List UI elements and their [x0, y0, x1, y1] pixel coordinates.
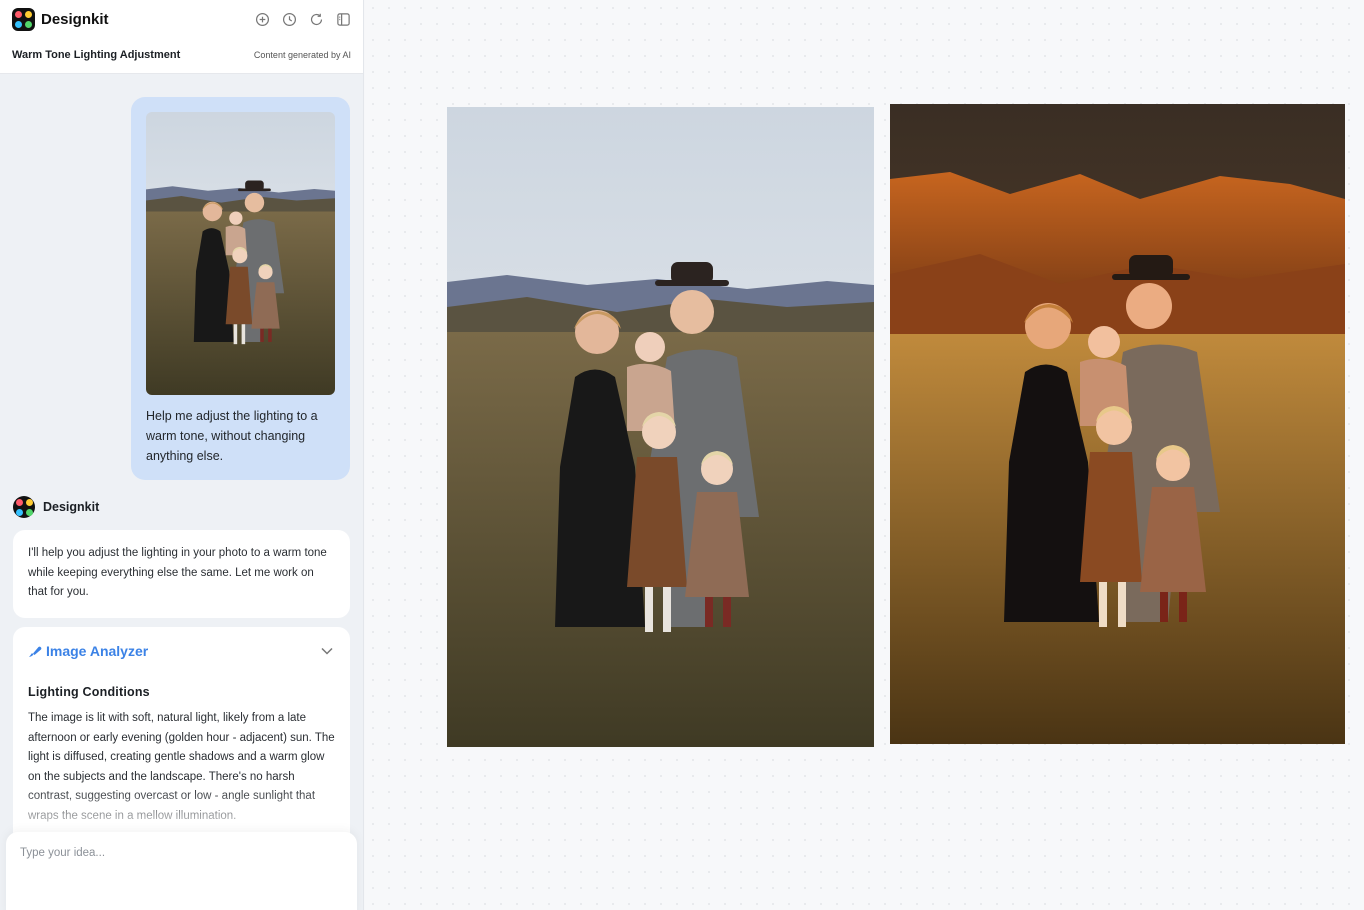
user-message-text: Help me adjust the lighting to a warm to…	[146, 409, 318, 463]
analysis-section-title: Lighting Conditions	[28, 685, 150, 699]
canvas-area	[365, 0, 1364, 910]
composer	[6, 832, 357, 910]
designkit-logo-icon	[12, 7, 35, 31]
bot-avatar-icon	[13, 496, 35, 518]
prompt-input[interactable]	[20, 844, 340, 862]
user-message-bubble: Help me adjust the lighting to a warm to…	[131, 97, 350, 480]
tool-header[interactable]: Image Analyzer	[28, 643, 148, 659]
bot-message: I'll help you adjust the lighting in you…	[13, 530, 350, 618]
image-analyzer-card: Image Analyzer Lighting Conditions The i…	[13, 627, 350, 847]
tool-name: Image Analyzer	[46, 643, 149, 659]
brand[interactable]: Designkit	[12, 7, 109, 31]
family-photo-original	[146, 112, 335, 395]
header-actions	[254, 11, 352, 28]
sidebar-header: Designkit Warm Tone Lighting Adjustment …	[0, 0, 363, 74]
ai-generated-note: Content generated by AI	[253, 50, 351, 60]
original-image[interactable]	[447, 107, 874, 747]
family-photo-warm	[890, 104, 1345, 744]
uploaded-image-thumbnail[interactable]	[146, 112, 335, 395]
conversation-title: Warm Tone Lighting Adjustment	[12, 49, 181, 61]
warm-tone-result-image[interactable]	[890, 104, 1345, 744]
bot-name: Designkit	[43, 500, 100, 514]
family-photo-original-large	[447, 107, 874, 747]
analyzer-icon	[29, 646, 42, 657]
chevron-down-icon[interactable]	[320, 644, 334, 658]
history-icon[interactable]	[281, 11, 298, 28]
app-name: Designkit	[41, 10, 109, 28]
refresh-icon[interactable]	[308, 11, 325, 28]
bot-header: Designkit	[13, 496, 99, 518]
chat-sidebar: Designkit Warm Tone Lighting Adjustment …	[0, 0, 364, 910]
add-chat-icon[interactable]	[254, 11, 271, 28]
panel-toggle-icon[interactable]	[335, 11, 352, 28]
